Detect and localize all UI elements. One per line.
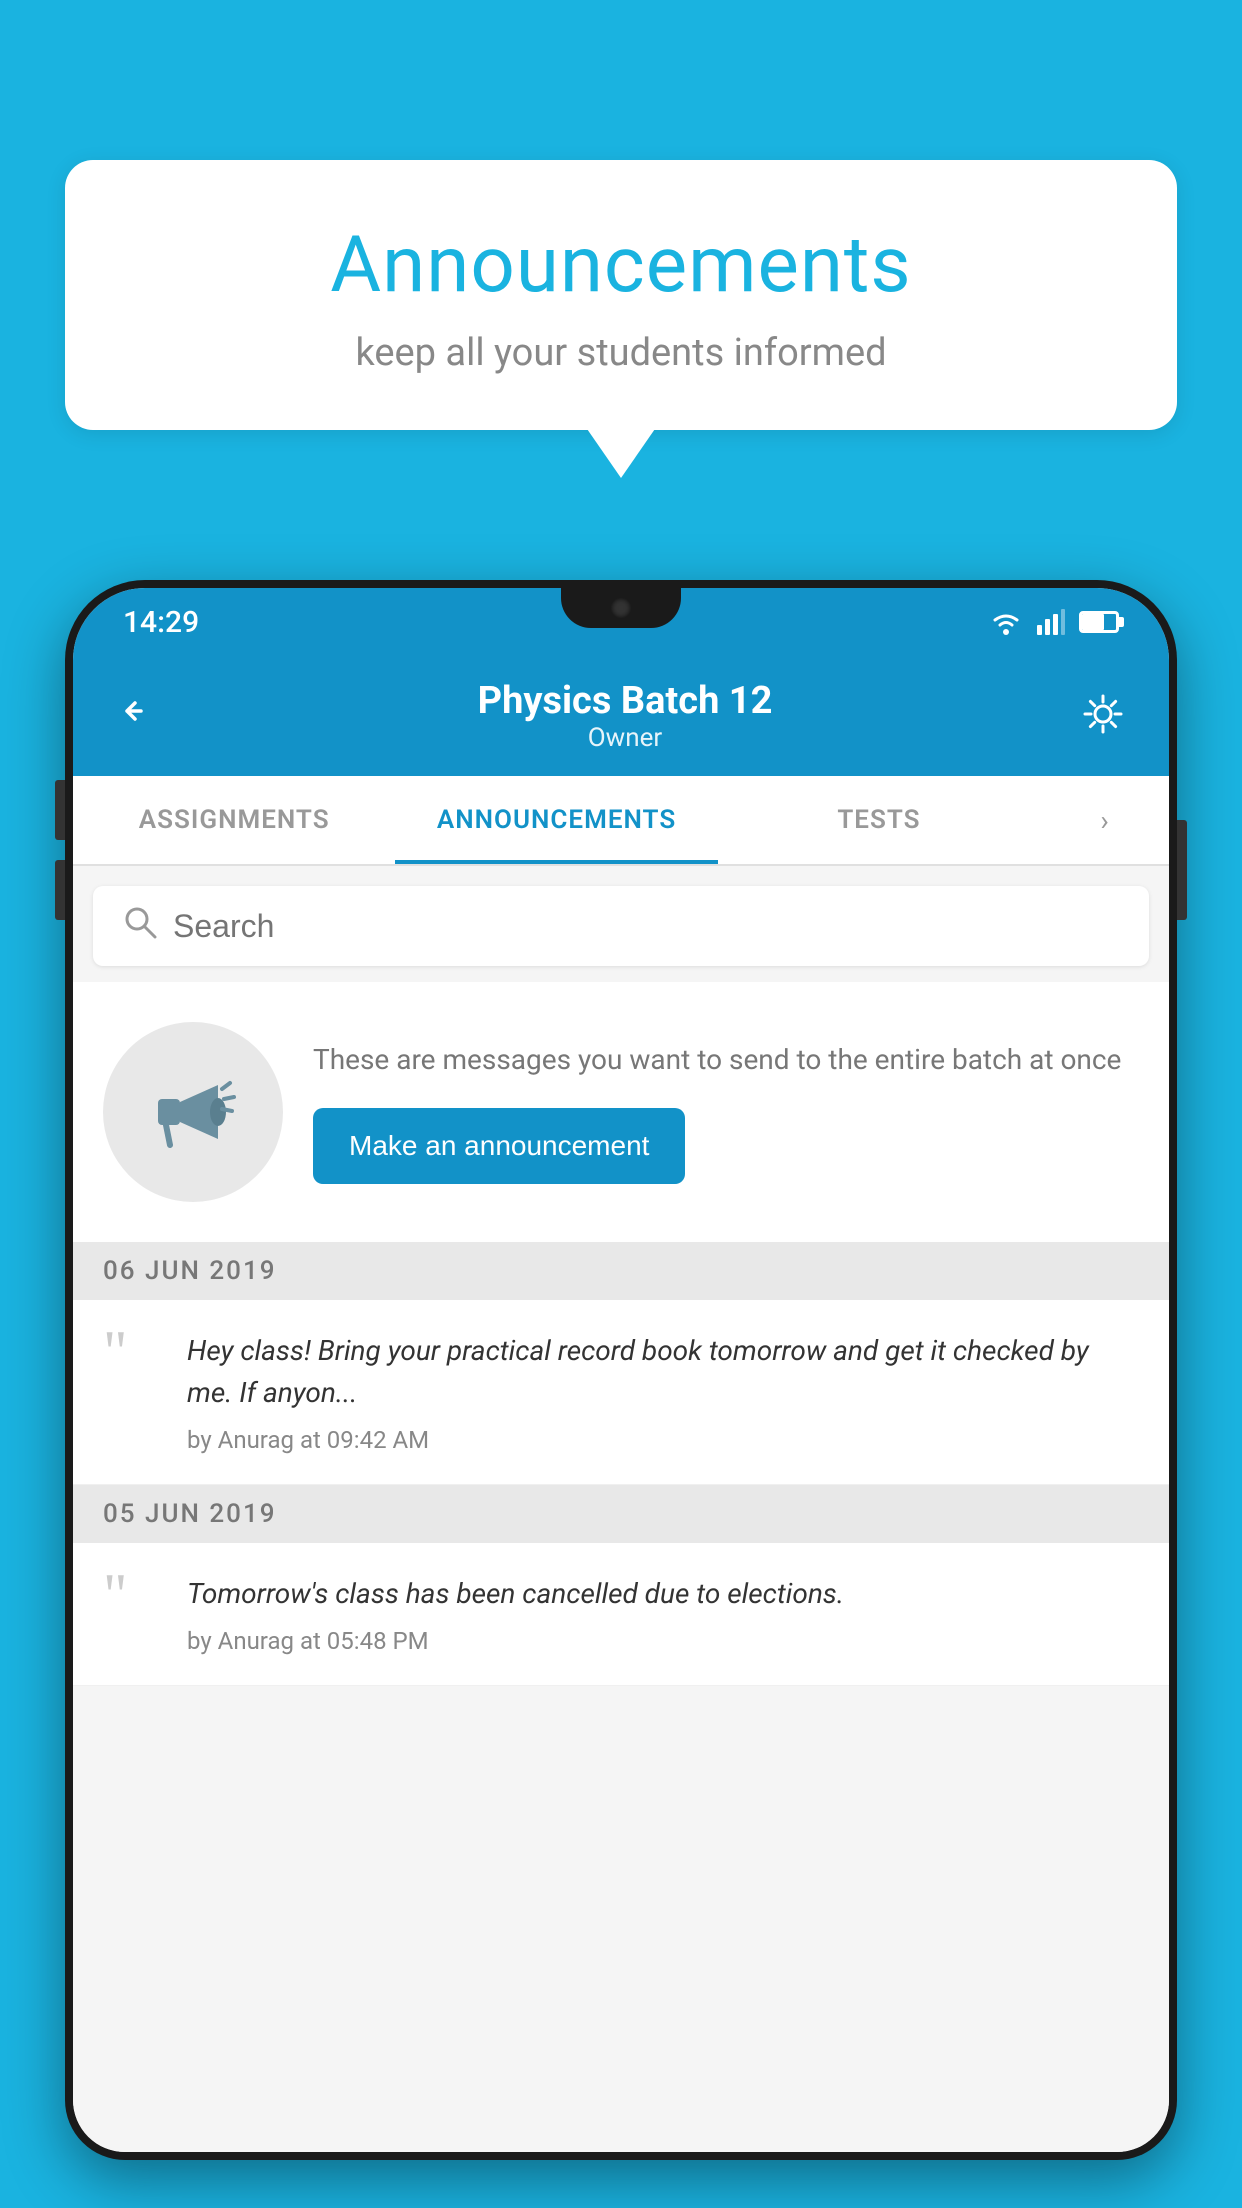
status-time: 14:29 bbox=[123, 605, 199, 640]
make-announcement-button[interactable]: Make an announcement bbox=[313, 1108, 685, 1184]
tab-assignments[interactable]: ASSIGNMENTS bbox=[73, 776, 395, 864]
announcement-item-2[interactable]: " Tomorrow's class has been cancelled du… bbox=[73, 1543, 1169, 1686]
speech-bubble-container: Announcements keep all your students inf… bbox=[65, 160, 1177, 430]
promo-description: These are messages you want to send to t… bbox=[313, 1040, 1139, 1079]
header-subtitle: Owner bbox=[478, 723, 773, 753]
search-icon bbox=[123, 905, 157, 948]
phone-mockup: 14:29 bbox=[65, 580, 1177, 2208]
battery-icon bbox=[1079, 611, 1119, 633]
header-center: Physics Batch 12 Owner bbox=[478, 679, 773, 753]
settings-button[interactable] bbox=[1077, 688, 1129, 744]
search-input[interactable] bbox=[173, 908, 1119, 945]
power-button bbox=[1177, 820, 1187, 920]
quote-icon-1: " bbox=[103, 1322, 163, 1382]
header-title: Physics Batch 12 bbox=[478, 679, 773, 723]
megaphone-icon bbox=[148, 1067, 238, 1157]
tab-announcements[interactable]: ANNOUNCEMENTS bbox=[395, 776, 717, 864]
tabs-bar: ASSIGNMENTS ANNOUNCEMENTS TESTS › bbox=[73, 776, 1169, 866]
phone-screen: 14:29 bbox=[73, 588, 1169, 2152]
announcement-meta-1: by Anurag at 09:42 AM bbox=[187, 1426, 1139, 1454]
speech-bubble: Announcements keep all your students inf… bbox=[65, 160, 1177, 430]
phone-outer: 14:29 bbox=[65, 580, 1177, 2160]
front-camera bbox=[611, 598, 631, 618]
announcement-content-1: Hey class! Bring your practical record b… bbox=[187, 1330, 1139, 1454]
back-button[interactable] bbox=[113, 691, 173, 742]
promo-icon-circle bbox=[103, 1022, 283, 1202]
vol-down-button bbox=[55, 860, 65, 920]
bubble-subtitle: keep all your students informed bbox=[115, 331, 1127, 375]
tab-tests[interactable]: TESTS bbox=[718, 776, 1040, 864]
app-header: Physics Batch 12 Owner bbox=[73, 656, 1169, 776]
signal-icon bbox=[1037, 609, 1065, 635]
announcement-content-2: Tomorrow's class has been cancelled due … bbox=[187, 1573, 1139, 1655]
date-separator-2: 05 JUN 2019 bbox=[73, 1485, 1169, 1543]
bubble-title: Announcements bbox=[115, 220, 1127, 311]
vol-up-button bbox=[55, 780, 65, 840]
search-bar bbox=[93, 886, 1149, 966]
announcement-text-1: Hey class! Bring your practical record b… bbox=[187, 1330, 1139, 1414]
promo-card: These are messages you want to send to t… bbox=[73, 982, 1169, 1242]
content-area: These are messages you want to send to t… bbox=[73, 866, 1169, 2152]
promo-right: These are messages you want to send to t… bbox=[313, 1040, 1139, 1183]
quote-icon-2: " bbox=[103, 1565, 163, 1625]
announcement-item-1[interactable]: " Hey class! Bring your practical record… bbox=[73, 1300, 1169, 1485]
announcement-text-2: Tomorrow's class has been cancelled due … bbox=[187, 1573, 1139, 1615]
phone-notch bbox=[561, 588, 681, 628]
announcement-meta-2: by Anurag at 05:48 PM bbox=[187, 1627, 1139, 1655]
wifi-icon bbox=[989, 609, 1023, 635]
tab-more[interactable]: › bbox=[1040, 776, 1169, 864]
date-separator-1: 06 JUN 2019 bbox=[73, 1242, 1169, 1300]
status-icons bbox=[989, 609, 1119, 635]
